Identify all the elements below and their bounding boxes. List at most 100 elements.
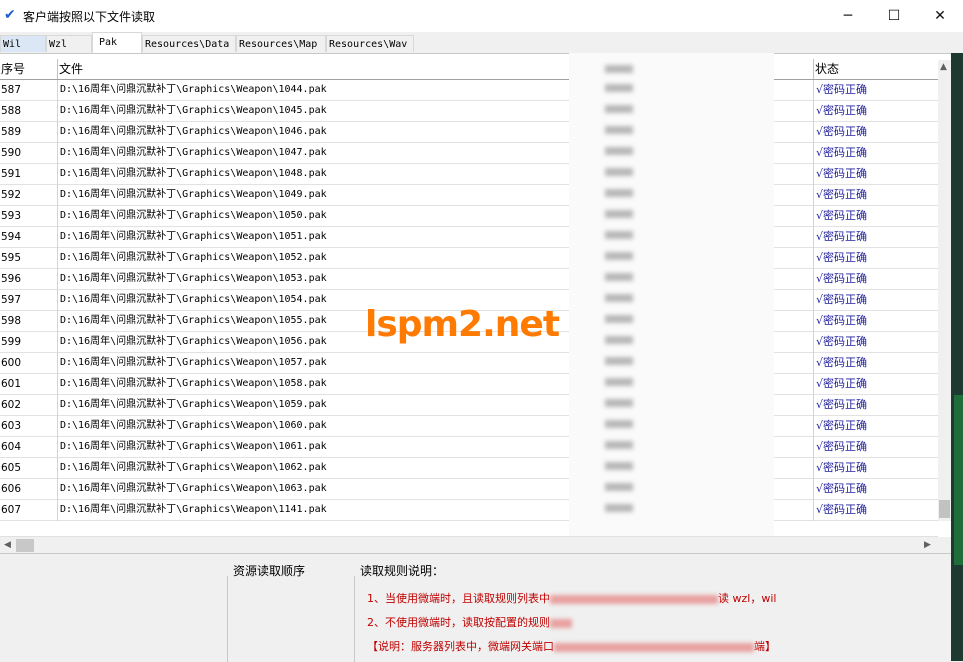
row-file: D:\16周年\问鼎沉默补丁\Graphics\Weapon\1047.pak (60, 147, 327, 158)
row-status: √密码正确 (816, 335, 868, 348)
row-no: 597 (1, 294, 22, 306)
row-no: 605 (1, 462, 22, 474)
row-file: D:\16周年\问鼎沉默补丁\Graphics\Weapon\1141.pak (60, 504, 327, 515)
rules-title: 读取规则说明： (360, 564, 445, 578)
row-status: √密码正确 (816, 209, 868, 222)
tab-resources-map[interactable]: Resources\Map (236, 35, 326, 52)
row-no: 588 (1, 105, 22, 117)
row-file: D:\16周年\问鼎沉默补丁\Graphics\Weapon\1061.pak (60, 441, 327, 452)
tab-wil[interactable]: Wil (0, 35, 46, 52)
tab-wzl[interactable]: Wzl (46, 35, 92, 52)
vertical-scrollbar[interactable]: ▲ (938, 60, 951, 521)
table-header: 序号 文件 状态 (0, 59, 951, 80)
redacted-cell (605, 105, 633, 113)
row-status: √密码正确 (816, 356, 868, 369)
table-row[interactable]: 603 D:\16周年\问鼎沉默补丁\Graphics\Weapon\1060.p… (0, 416, 938, 437)
minimize-button[interactable]: ─ (825, 0, 871, 32)
table-row[interactable]: 604 D:\16周年\问鼎沉默补丁\Graphics\Weapon\1061.p… (0, 437, 938, 458)
row-file: D:\16周年\问鼎沉默补丁\Graphics\Weapon\1048.pak (60, 168, 327, 179)
redacted-cell (605, 399, 633, 407)
row-no: 592 (1, 189, 22, 201)
rule-line-2: 2、不使用微端时，读取按配置的规则 (367, 614, 572, 630)
row-no: 591 (1, 168, 22, 180)
redacted-cell (605, 210, 633, 218)
row-file: D:\16周年\问鼎沉默补丁\Graphics\Weapon\1044.pak (60, 84, 327, 95)
redacted-cell (605, 168, 633, 176)
table-row[interactable]: 594 D:\16周年\问鼎沉默补丁\Graphics\Weapon\1051.p… (0, 227, 938, 248)
row-status: √密码正确 (816, 251, 868, 264)
row-status: √密码正确 (816, 188, 868, 201)
table-row[interactable]: 602 D:\16周年\问鼎沉默补丁\Graphics\Weapon\1059.p… (0, 395, 938, 416)
tab-resources-wav[interactable]: Resources\Wav (326, 35, 414, 52)
row-status: √密码正确 (816, 272, 868, 285)
table-row[interactable]: 593 D:\16周年\问鼎沉默补丁\Graphics\Weapon\1050.p… (0, 206, 938, 227)
rule-2-text: 2、不使用微端时，读取按配置的规则 (367, 616, 550, 629)
row-file: D:\16周年\问鼎沉默补丁\Graphics\Weapon\1051.pak (60, 231, 327, 242)
row-no: 607 (1, 504, 22, 516)
header-status[interactable]: 状态 (814, 59, 938, 79)
title-bar: ✔ 客户端按照以下文件读取 ─ ☐ ✕ (0, 0, 963, 32)
close-button[interactable]: ✕ (917, 0, 963, 32)
background-window-edge (954, 395, 963, 565)
horizontal-scrollbar[interactable]: ◀ ▶ (0, 536, 938, 554)
row-status: √密码正确 (816, 482, 868, 495)
watermark: lspm2.net (365, 304, 560, 345)
redacted-cell (605, 65, 633, 73)
table-row[interactable]: 605 D:\16周年\问鼎沉默补丁\Graphics\Weapon\1062.p… (0, 458, 938, 479)
redacted-cell (605, 336, 633, 344)
row-status: √密码正确 (816, 503, 868, 516)
row-file: D:\16周年\问鼎沉默补丁\Graphics\Weapon\1060.pak (60, 420, 327, 431)
scroll-up-icon[interactable]: ▲ (940, 62, 947, 72)
table-row[interactable]: 607 D:\16周年\问鼎沉默补丁\Graphics\Weapon\1141.p… (0, 500, 938, 521)
table-row[interactable]: 590 D:\16周年\问鼎沉默补丁\Graphics\Weapon\1047.p… (0, 143, 938, 164)
row-no: 603 (1, 420, 22, 432)
row-no: 595 (1, 252, 22, 264)
row-status: √密码正确 (816, 440, 868, 453)
row-status: √密码正确 (816, 314, 868, 327)
redacted-cell (605, 315, 633, 323)
tab-pak[interactable]: Pak (92, 32, 142, 53)
row-status: √密码正确 (816, 146, 868, 159)
table-row[interactable]: 606 D:\16周年\问鼎沉默补丁\Graphics\Weapon\1063.p… (0, 479, 938, 500)
rule-line-1: 1、当使用微端时，且读取规则列表中 读 wzl，wil (367, 590, 776, 606)
table-row[interactable]: 592 D:\16周年\问鼎沉默补丁\Graphics\Weapon\1049.p… (0, 185, 938, 206)
row-file: D:\16周年\问鼎沉默补丁\Graphics\Weapon\1045.pak (60, 105, 327, 116)
redacted-cell (605, 483, 633, 491)
table-row[interactable]: 587 D:\16周年\问鼎沉默补丁\Graphics\Weapon\1044.p… (0, 80, 938, 101)
row-file: D:\16周年\问鼎沉默补丁\Graphics\Weapon\1057.pak (60, 357, 327, 368)
table-row[interactable]: 596 D:\16周年\问鼎沉默补丁\Graphics\Weapon\1053.p… (0, 269, 938, 290)
row-file: D:\16周年\问鼎沉默补丁\Graphics\Weapon\1062.pak (60, 462, 327, 473)
scroll-right-icon[interactable]: ▶ (924, 540, 931, 550)
row-status: √密码正确 (816, 377, 868, 390)
header-file[interactable]: 文件 (58, 59, 558, 79)
table-row[interactable]: 595 D:\16周年\问鼎沉默补丁\Graphics\Weapon\1052.p… (0, 248, 938, 269)
table-row[interactable]: 588 D:\16周年\问鼎沉默补丁\Graphics\Weapon\1045.p… (0, 101, 938, 122)
checkmark-icon: ✔ (4, 7, 16, 23)
scroll-left-icon[interactable]: ◀ (4, 540, 11, 550)
redacted-text (550, 618, 572, 628)
row-no: 602 (1, 399, 22, 411)
table-row[interactable]: 589 D:\16周年\问鼎沉默补丁\Graphics\Weapon\1046.p… (0, 122, 938, 143)
redacted-text (554, 642, 754, 652)
row-no: 598 (1, 315, 22, 327)
maximize-button[interactable]: ☐ (871, 0, 917, 32)
tab-resources-data[interactable]: Resources\Data (142, 35, 236, 52)
redacted-column (569, 53, 774, 573)
table-row[interactable]: 601 D:\16周年\问鼎沉默补丁\Graphics\Weapon\1058.p… (0, 374, 938, 395)
rule-3-text: 【说明：服务器列表中，微端网关端口 (367, 640, 554, 653)
header-no[interactable]: 序号 (0, 59, 57, 79)
redacted-cell (605, 231, 633, 239)
row-no: 604 (1, 441, 22, 453)
row-no: 600 (1, 357, 22, 369)
row-status: √密码正确 (816, 104, 868, 117)
vertical-scroll-thumb[interactable] (939, 500, 950, 518)
redacted-cell (605, 441, 633, 449)
bottom-panel: 资源读取顺序 读取规则说明： 1、当使用微端时，且读取规则列表中读 wzl，wi… (0, 553, 951, 662)
table-row[interactable]: 591 D:\16周年\问鼎沉默补丁\Graphics\Weapon\1048.p… (0, 164, 938, 185)
resource-order-list[interactable] (227, 576, 355, 662)
table-row[interactable]: 600 D:\16周年\问鼎沉默补丁\Graphics\Weapon\1057.p… (0, 353, 938, 374)
rule-1-text: 1、当使用微端时，且读取规则列表中 (367, 592, 550, 605)
horizontal-scroll-thumb[interactable] (16, 539, 34, 552)
redacted-cell (605, 126, 633, 134)
row-no: 593 (1, 210, 22, 222)
